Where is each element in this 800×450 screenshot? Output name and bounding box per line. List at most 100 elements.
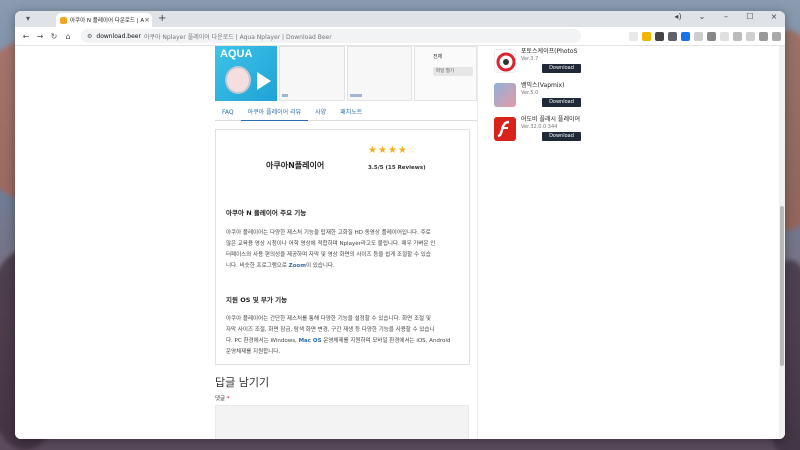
section-body-features: 아쿠아 플레이어는 다양한 제스처 기능을 탑재한 고화질 HD 동영상 플레이… [226,228,464,272]
share-icon[interactable] [629,31,638,41]
extension-icon[interactable] [707,31,716,41]
download-icon[interactable] [733,31,742,41]
paragraph-line: 자막 사이즈 조절, 화면 잠금, 탐색 화면 변경, 구간 재생 등 다양한 … [226,327,435,333]
reload-icon[interactable]: ↻ [47,32,61,41]
column-divider [477,46,478,439]
maximize-icon[interactable]: ☐ [745,12,755,21]
download-button[interactable]: Download [542,64,581,73]
tab-close-icon[interactable]: × [144,16,150,24]
screenshot-gallery: AQUA 전체 파일 열기 [215,46,477,104]
menu-icon[interactable] [772,31,781,41]
main-column: AQUA 전체 파일 열기 FAQ 아쿠아 플레이어 리뷰 사양 패치노트 아쿠… [215,46,477,365]
screenshot-thumbnail[interactable]: 전체 파일 열기 [414,46,477,101]
section-body-os: 아쿠아 플레이어는 간단한 제스처를 통해 다양한 기능을 설정할 수 있습니다… [226,314,464,358]
tab-review[interactable]: 아쿠아 플레이어 리뷰 [240,104,309,121]
star-rating: ★★★★☆ [368,145,418,156]
url-domain: download.beer [96,32,141,40]
new-tab-icon[interactable]: + [158,13,166,24]
page-viewport: AQUA 전체 파일 열기 FAQ 아쿠아 플레이어 리뷰 사양 패치노트 아쿠… [15,46,785,439]
extension-icon[interactable] [681,31,690,41]
paragraph-text: 니다. 비슷한 프로그램으로 [226,263,289,269]
scrollbar-thumb[interactable] [780,206,784,366]
paragraph-line: 많은 교육용 영상 시청이나 어학 영상에 적합하며 Nplayer라고도 불립… [226,241,436,247]
screenshot-label: 전체 [433,54,443,60]
media-control-icon[interactable]: ◂) [673,12,683,21]
star-empty-icon: ☆ [407,145,418,156]
photoscape-icon [494,49,516,73]
vapmix-icon [494,83,516,107]
forward-icon[interactable]: → [33,32,47,41]
extensions-menu-icon[interactable] [720,31,729,41]
url-path: 아쿠아 Nplayer 플레이어 다운로드 | Aqua Nplayer | D… [143,33,332,41]
zoom-link[interactable]: Zoom [289,263,306,269]
tab-list-icon[interactable]: ▾ [26,14,40,24]
related-apps-sidebar: 포토스케이프(PhotoS Ver.3.7 Download 뱀믹스(Vapmi… [492,46,584,148]
extension-icon[interactable] [694,31,703,41]
paragraph-line: 터페이스와 사용 편의성을 제공하며 자막 및 영상 화면의 사이즈 등을 쉽게… [226,252,431,258]
tab-patchnotes[interactable]: 패치노트 [333,104,369,121]
screenshot-thumbnail[interactable] [347,46,412,101]
app-title: 아쿠아N플레이어 [266,161,325,170]
section-title-os: 지원 OS 및 부가 기능 [226,296,288,304]
paragraph-text: 이 있습니다. [305,263,335,269]
paragraph-line: 아쿠아 플레이어는 다양한 제스처 기능을 탑재한 고화질 HD 동영상 플레이… [226,230,431,236]
back-icon[interactable]: ← [19,32,33,41]
related-app-name: 뱀믹스(Vapmix) [521,82,565,89]
paragraph-line: 운영체제를 지원합니다. [226,349,281,355]
bookmark-star-icon[interactable] [642,31,651,41]
comment-textarea[interactable] [215,405,469,439]
paragraph-line: 니다. 비슷한 프로그램으로 Zoom이 있습니다. [226,261,464,272]
app-logo-thumbnail[interactable]: AQUA [215,46,277,101]
browser-window: ▾ 아쿠아 N 플레이어 다운로드 | A × + ◂) ⌄ – ☐ × ← →… [15,11,785,439]
home-icon[interactable]: ⌂ [61,32,75,41]
extension-icon[interactable] [668,31,677,41]
related-app-item[interactable]: 포토스케이프(PhotoS Ver.3.7 Download [492,46,584,80]
reply-title: 답글 남기기 [215,376,270,389]
star-full-icon: ★ [387,145,398,156]
star-full-icon: ★ [368,145,378,156]
flash-player-icon [494,117,516,141]
tab-strip: ▾ 아쿠아 N 플레이어 다운로드 | A × + ◂) ⌄ – ☐ × [15,11,785,27]
site-info-icon[interactable]: ⚙ [87,33,92,40]
sidebar-icon[interactable] [746,31,755,41]
related-app-item[interactable]: 뱀믹스(Vapmix) Ver.5.0 Download [492,80,584,114]
paragraph-line: 다. PC 환경에서는 Windows, Mac OS 운영체제를 지원하며 모… [226,336,464,347]
address-toolbar: ← → ↻ ⌂ ⚙ download.beer 아쿠아 Nplayer 플레이어… [15,27,785,46]
paragraph-line: 아쿠아 플레이어는 간단한 제스처를 통해 다양한 기능을 설정할 수 있습니다… [226,316,431,322]
rating-text: 3.5/5 (15 Reviews) [368,165,426,171]
tab-title: 아쿠아 N 플레이어 다운로드 | A [70,18,145,24]
paragraph-text: 다. PC 환경에서는 Windows, [226,338,299,344]
mascot-icon [225,66,251,94]
review-card: 아쿠아N플레이어 ★★★★☆ 3.5/5 (15 Reviews) 아쿠아 N … [215,129,470,365]
content-tabs: FAQ 아쿠아 플레이어 리뷰 사양 패치노트 [215,104,477,121]
comment-label-text: 댓글 [215,396,226,402]
related-app-item[interactable]: 어도비 플래시 플레이어 Ver.32.0.0.344 Download [492,114,584,148]
comment-label: 댓글 * [215,394,477,402]
required-mark: * [226,396,230,402]
tab-faq[interactable]: FAQ [215,104,241,121]
reply-section: 답글 남기기 댓글 * [215,374,477,439]
related-app-name: 포토스케이프(PhotoS [521,48,578,55]
download-button[interactable]: Download [542,132,581,141]
download-button[interactable]: Download [542,98,581,107]
related-app-version: Ver.32.0.0.344 [521,124,558,130]
section-title-features: 아쿠아 N 플레이어 주요 기능 [226,209,307,217]
macos-link[interactable]: Mac OS [299,338,322,344]
profile-icon[interactable] [759,31,768,41]
screenshot-thumbnail[interactable] [279,46,345,101]
close-window-icon[interactable]: × [769,12,779,21]
paragraph-text: 운영체제를 지원하며 모바일 환경에서는 iOS, Android [321,338,451,344]
app-logo-text: AQUA [220,48,253,60]
related-app-version: Ver.5.0 [521,90,539,96]
page-scrollbar[interactable] [779,46,785,439]
browser-tab[interactable]: 아쿠아 N 플레이어 다운로드 | A × [56,13,152,27]
related-app-name: 어도비 플래시 플레이어 [521,116,581,123]
window-controls: ◂) ⌄ – ☐ × [673,12,779,21]
play-icon [257,72,271,90]
star-full-icon: ★ [377,145,388,156]
minimize-icon[interactable]: – [721,12,731,21]
tab-specs[interactable]: 사양 [308,104,333,121]
tab-search-icon[interactable]: ⌄ [697,12,707,21]
extension-icon[interactable] [655,31,664,41]
address-bar[interactable]: ⚙ download.beer 아쿠아 Nplayer 플레이어 다운로드 | … [81,29,581,43]
